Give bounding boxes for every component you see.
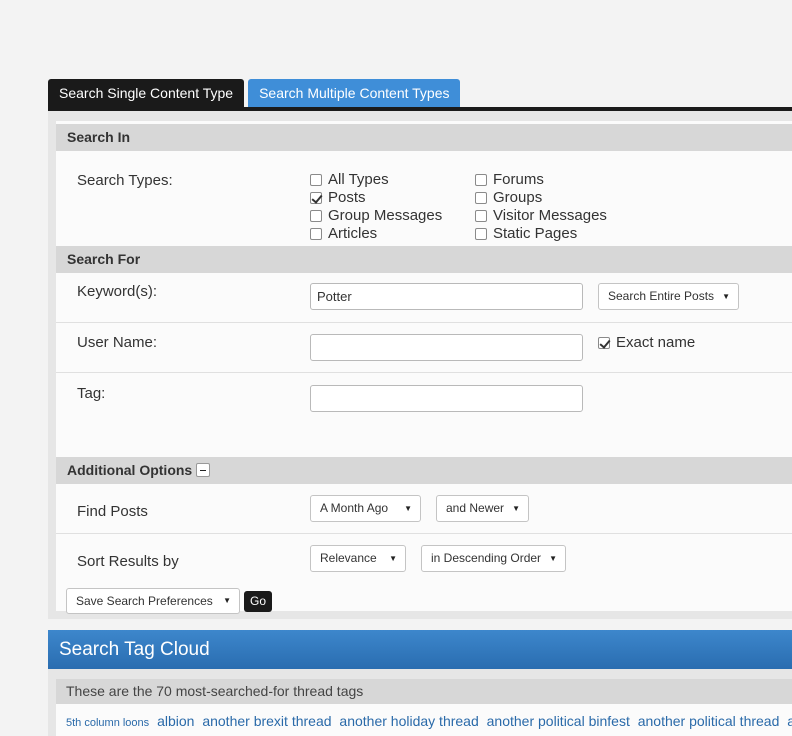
- checkbox-box[interactable]: [310, 227, 322, 240]
- checkbox-forums[interactable]: Forums: [475, 171, 544, 188]
- select-value: A Month Ago: [320, 501, 389, 515]
- section-search-in-heading: Search In: [56, 124, 792, 151]
- tag-link[interactable]: 5th column loons: [66, 717, 149, 729]
- tab-search-single[interactable]: Search Single Content Type: [48, 79, 245, 108]
- tag-link[interactable]: another holiday thread: [339, 713, 478, 729]
- sort-order-select[interactable]: in Descending Order ▼: [421, 545, 566, 572]
- tag-list: 5th column loons albion another brexit t…: [66, 713, 792, 729]
- checkbox-label: Exact name: [616, 334, 696, 351]
- checkbox-label: Articles: [328, 225, 378, 242]
- triangle-down-icon: ▼: [223, 596, 231, 605]
- username-label: User Name:: [77, 334, 158, 351]
- select-value: Search Entire Posts: [608, 289, 715, 303]
- checkbox-groups[interactable]: Groups: [475, 189, 542, 206]
- checkbox-box[interactable]: [475, 209, 487, 222]
- divider: [56, 372, 792, 373]
- tag-input[interactable]: [310, 385, 583, 412]
- select-value: and Newer: [446, 501, 505, 515]
- checkbox-label: Group Messages: [328, 207, 443, 224]
- checkbox-box[interactable]: [310, 209, 322, 222]
- username-input[interactable]: [310, 334, 583, 361]
- triangle-down-icon: ▼: [722, 292, 730, 301]
- section-search-for-heading: Search For: [56, 246, 792, 273]
- select-value: in Descending Order: [431, 551, 542, 565]
- section-additional-options-heading: Additional Options: [56, 457, 792, 484]
- tag-cloud-heading: Search Tag Cloud: [48, 630, 792, 669]
- checkbox-label: Static Pages: [493, 225, 578, 242]
- divider: [56, 322, 792, 323]
- additional-options-title: Additional Options: [67, 462, 193, 478]
- sort-results-label: Sort Results by: [77, 553, 179, 570]
- search-form: Search In Search Types: All Types Posts …: [56, 121, 792, 614]
- triangle-down-icon: ▼: [512, 504, 520, 513]
- tag-cloud-panel: These are the 70 most-searched-for threa…: [48, 669, 792, 736]
- checkbox-label: Forums: [493, 171, 544, 188]
- tag-link[interactable]: another political thread: [638, 713, 780, 729]
- checkbox-visitor-messages[interactable]: Visitor Messages: [475, 207, 607, 224]
- date-direction-select[interactable]: and Newer ▼: [436, 495, 529, 522]
- select-value: Relevance: [320, 551, 377, 565]
- checkbox-box[interactable]: [475, 227, 487, 240]
- divider: [56, 533, 792, 534]
- tag-link[interactable]: another brexit thread: [202, 713, 331, 729]
- checkbox-all-types[interactable]: All Types: [310, 171, 389, 188]
- save-preferences-select[interactable]: Save Search Preferences ▼: [66, 588, 240, 614]
- tag-link[interactable]: an: [787, 713, 792, 729]
- go-button[interactable]: Go: [244, 591, 273, 612]
- checkbox-box[interactable]: [475, 173, 487, 186]
- checkbox-group-messages[interactable]: Group Messages: [310, 207, 442, 224]
- triangle-down-icon: ▼: [389, 554, 397, 563]
- checkbox-label: All Types: [328, 171, 389, 188]
- tag-label: Tag:: [77, 385, 106, 402]
- checkbox-box[interactable]: [310, 191, 322, 204]
- search-types-label: Search Types:: [77, 172, 173, 189]
- date-range-select[interactable]: A Month Ago ▼: [310, 495, 421, 522]
- select-value: Save Search Preferences: [76, 594, 213, 608]
- checkbox-label: Groups: [493, 189, 543, 206]
- keyword-input[interactable]: Potter: [310, 283, 583, 310]
- checkbox-articles[interactable]: Articles: [310, 225, 377, 242]
- checkbox-label: Posts: [328, 189, 366, 206]
- tab-search-multiple[interactable]: Search Multiple Content Types: [248, 79, 461, 108]
- checkbox-posts[interactable]: Posts: [310, 189, 366, 206]
- tag-link[interactable]: albion: [157, 713, 194, 729]
- keyword-label: Keyword(s):: [77, 283, 158, 300]
- checkbox-label: Visitor Messages: [493, 207, 607, 224]
- tag-cloud-subheading: These are the 70 most-searched-for threa…: [56, 679, 792, 704]
- sort-by-select[interactable]: Relevance ▼: [310, 545, 406, 572]
- tag-link[interactable]: another political binfest: [487, 713, 630, 729]
- search-panel: Search In Search Types: All Types Posts …: [48, 107, 792, 619]
- search-tabs: Search Single Content Type Search Multip…: [48, 79, 461, 108]
- find-posts-label: Find Posts: [77, 503, 148, 520]
- triangle-down-icon: ▼: [404, 504, 412, 513]
- checkbox-box[interactable]: [598, 336, 610, 349]
- tag-cloud-body: These are the 70 most-searched-for threa…: [56, 679, 792, 736]
- checkbox-box[interactable]: [475, 191, 487, 204]
- search-scope-select[interactable]: Search Entire Posts ▼: [598, 283, 739, 310]
- minus-icon[interactable]: [196, 463, 211, 478]
- checkbox-box[interactable]: [310, 173, 322, 186]
- checkbox-exact-name[interactable]: Exact name: [598, 334, 695, 351]
- triangle-down-icon: ▼: [549, 554, 557, 563]
- checkbox-static-pages[interactable]: Static Pages: [475, 225, 577, 242]
